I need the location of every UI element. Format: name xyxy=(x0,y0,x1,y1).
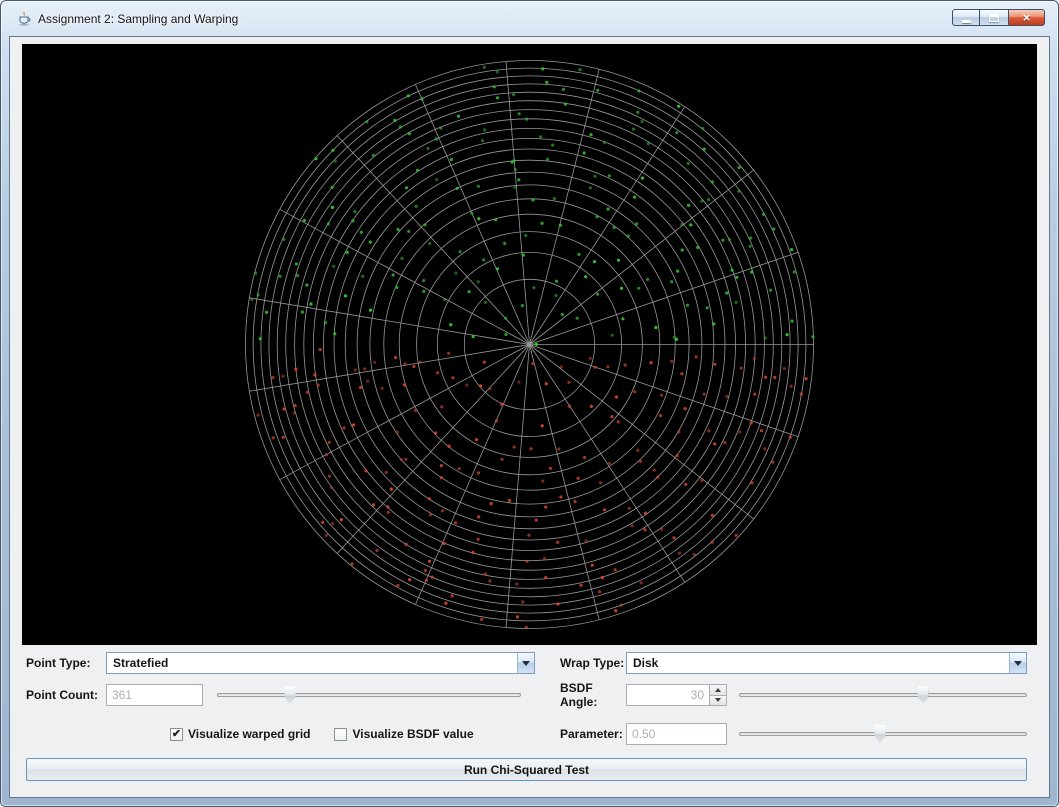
point-type-label: Point Type: xyxy=(26,656,91,670)
visualize-bsdf-value-label: Visualize BSDF value xyxy=(352,727,474,741)
maximize-icon xyxy=(989,13,999,22)
close-icon: × xyxy=(1022,10,1031,25)
parameter-label: Parameter: xyxy=(560,727,623,741)
point-type-value: Stratefied xyxy=(113,656,169,670)
client-area: Point Type: Stratefied Wrap Type: Disk P… xyxy=(9,36,1050,798)
control-panel: Point Type: Stratefied Wrap Type: Disk P… xyxy=(22,645,1037,745)
point-count-value: 361 xyxy=(112,688,133,702)
visualize-warped-grid-label: Visualize warped grid xyxy=(188,727,311,741)
window-title: Assignment 2: Sampling and Warping xyxy=(38,11,239,26)
minimize-button[interactable] xyxy=(952,9,980,26)
bsdf-angle-spinner[interactable]: 30 xyxy=(626,684,727,706)
app-window: Assignment 2: Sampling and Warping × Poi… xyxy=(0,0,1059,807)
bsdf-angle-slider-thumb[interactable] xyxy=(917,686,929,704)
maximize-button[interactable] xyxy=(980,9,1008,26)
bsdf-angle-slider-track xyxy=(739,693,1027,697)
parameter-slider-thumb[interactable] xyxy=(874,725,886,743)
point-count-field[interactable]: 361 xyxy=(106,684,203,706)
title-bar[interactable]: Assignment 2: Sampling and Warping × xyxy=(1,1,1058,36)
wrap-type-label: Wrap Type: xyxy=(560,656,625,670)
visualize-warped-grid-checkbox-box: ✔ xyxy=(170,727,183,741)
disk-visualization xyxy=(245,60,815,629)
java-icon xyxy=(16,11,32,27)
parameter-value: 0.50 xyxy=(632,727,656,741)
point-type-dropdown-button[interactable] xyxy=(517,653,534,673)
chevron-down-icon xyxy=(715,698,721,703)
parameter-slider[interactable] xyxy=(739,724,1027,744)
point-count-slider-thumb[interactable] xyxy=(284,686,296,704)
visualize-bsdf-value-checkbox-box xyxy=(334,727,348,741)
point-type-combobox[interactable]: Stratefied xyxy=(106,652,535,674)
bsdf-angle-value: 30 xyxy=(690,688,704,702)
minimize-icon xyxy=(961,19,971,23)
wrap-type-dropdown-button[interactable] xyxy=(1009,653,1026,673)
spinner-up-button[interactable] xyxy=(710,685,726,696)
chevron-up-icon xyxy=(715,687,721,692)
point-count-slider-track xyxy=(217,693,521,697)
point-count-label: Point Count: xyxy=(26,688,98,702)
visualize-bsdf-value-checkbox[interactable]: Visualize BSDF value xyxy=(334,727,474,741)
bsdf-angle-spinner-buttons xyxy=(709,685,726,705)
close-button[interactable]: × xyxy=(1008,9,1045,26)
chevron-down-icon xyxy=(1014,660,1022,666)
visualize-warped-grid-checkbox[interactable]: ✔ Visualize warped grid xyxy=(170,727,310,741)
point-count-slider[interactable] xyxy=(217,685,521,705)
caption-buttons: × xyxy=(952,9,1045,26)
run-chi-squared-button[interactable]: Run Chi-Squared Test xyxy=(26,758,1027,781)
spinner-down-button[interactable] xyxy=(710,695,726,705)
bsdf-angle-label: BSDF Angle: xyxy=(560,681,598,709)
parameter-field[interactable]: 0.50 xyxy=(626,723,727,745)
wrap-type-combobox[interactable]: Disk xyxy=(626,652,1027,674)
chevron-down-icon xyxy=(522,660,530,666)
bsdf-angle-slider[interactable] xyxy=(739,685,1027,705)
sample-canvas[interactable] xyxy=(22,44,1037,645)
wrap-type-value: Disk xyxy=(633,656,659,670)
